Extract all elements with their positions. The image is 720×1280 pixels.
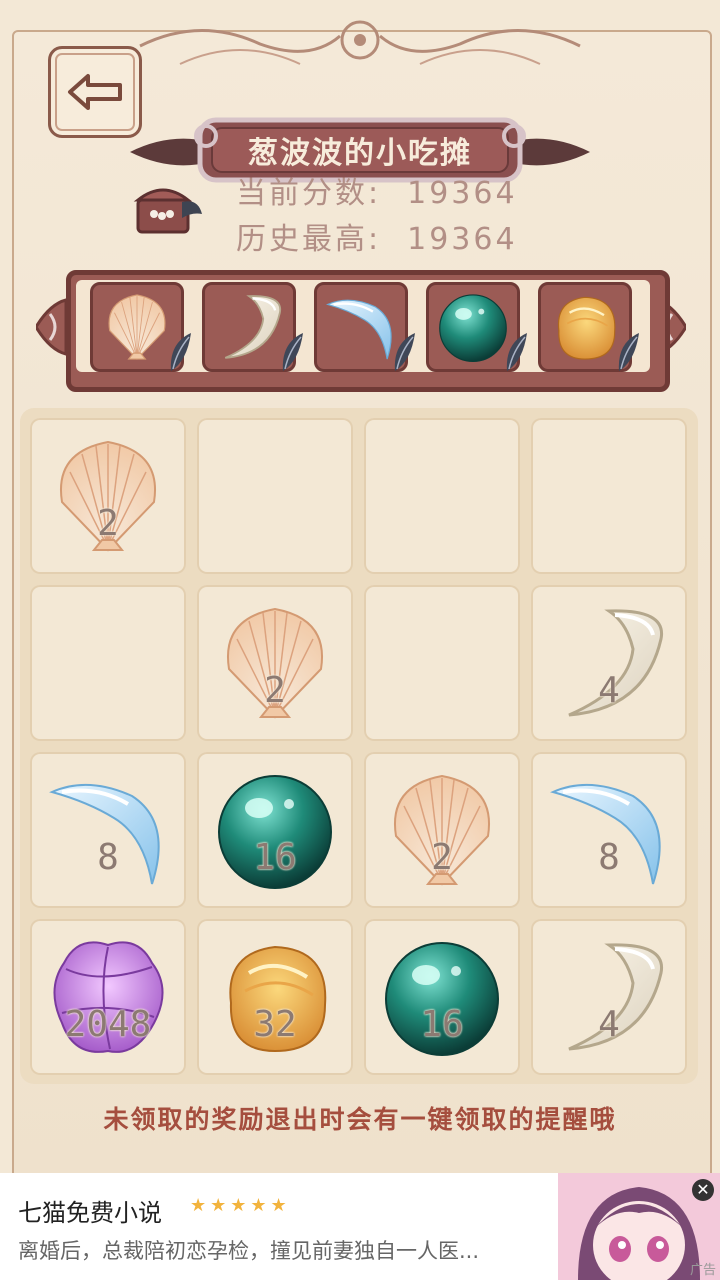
feather-icon [501,331,531,375]
tile-value: 2048 [64,1004,152,1045]
board-tile: 16 [364,919,520,1075]
tile-value: 4 [598,670,620,711]
ad-rating-stars: ★★★★★ [190,1195,291,1216]
blue-tusk-icon [323,289,399,365]
feather-icon [613,331,643,375]
feather-icon [389,331,419,375]
tray-slot-amber-stone [538,282,639,372]
ad-description[interactable]: 离婚后，总裁陪初恋孕检，撞见前妻独自一人医... [18,1235,479,1265]
board-tile: 2 [364,752,520,908]
ad-title[interactable]: 七猫免费小说 [18,1193,162,1228]
board-cell-empty [197,418,353,574]
best-score: 历史最高: 19364 [236,214,518,258]
tile-value: 2 [264,670,286,711]
board-tile: 4 [531,585,687,741]
ad-image[interactable]: ✕ 广告 [558,1173,720,1280]
page-title: 葱波波的小吃摊 [248,136,472,171]
teal-pearl-icon [435,289,511,365]
board-tile: 2 [197,585,353,741]
tile-value: 16 [253,837,297,878]
tile-value: 2 [431,837,453,878]
ad-label: 广告 [689,1263,716,1278]
tile-value: 4 [598,1004,620,1045]
feather-icon [165,331,195,375]
current-score-value: 19364 [407,176,518,211]
treasure-chest-icon [133,188,202,234]
reward-reminder-tip: 未领取的奖励退出时会有一键领取的提醒哦 [103,1105,617,1134]
tray-slot-blue-tusk [314,282,415,372]
board-tile: 2 [30,418,186,574]
tile-value: 16 [420,1004,464,1045]
tray-slot-teal-pearl [426,282,527,372]
board-cell-empty [30,585,186,741]
tile-value: 8 [97,837,119,878]
back-arrow-icon [68,74,122,110]
best-score-label: 历史最高: [236,222,382,257]
board-tile: 8 [30,752,186,908]
amber-stone-icon [547,289,623,365]
board-cell-empty [364,418,520,574]
game-board: 2 2 4 8 16 2 8 2048 32 16 4 [20,408,698,1084]
back-button[interactable] [48,46,142,138]
board-tile: 4 [531,919,687,1075]
board-tile: 2048 [30,919,186,1075]
board-tile: 16 [197,752,353,908]
tile-value: 32 [253,1004,297,1045]
white-claw-icon [211,289,287,365]
ad-banner[interactable]: 七猫免费小说 ★★★★★ 离婚后，总裁陪初恋孕检，撞见前妻独自一人医... ✕ … [0,1173,720,1280]
current-score-label: 当前分数: [236,176,382,211]
scallop-shell-icon [99,289,175,365]
tile-value: 8 [598,837,620,878]
best-score-value: 19364 [407,222,518,257]
board-cell-empty [531,418,687,574]
tray-slot-white-claw [202,282,303,372]
board-tile: 32 [197,919,353,1075]
tile-value: 2 [97,503,119,544]
feather-icon [277,331,307,375]
current-score: 当前分数: 19364 [236,168,518,212]
top-ornament [139,20,581,65]
board-tile: 8 [531,752,687,908]
board-cell-empty [364,585,520,741]
ad-close-button[interactable]: ✕ [692,1179,714,1201]
tray-slot-scallop-shell [90,282,191,372]
